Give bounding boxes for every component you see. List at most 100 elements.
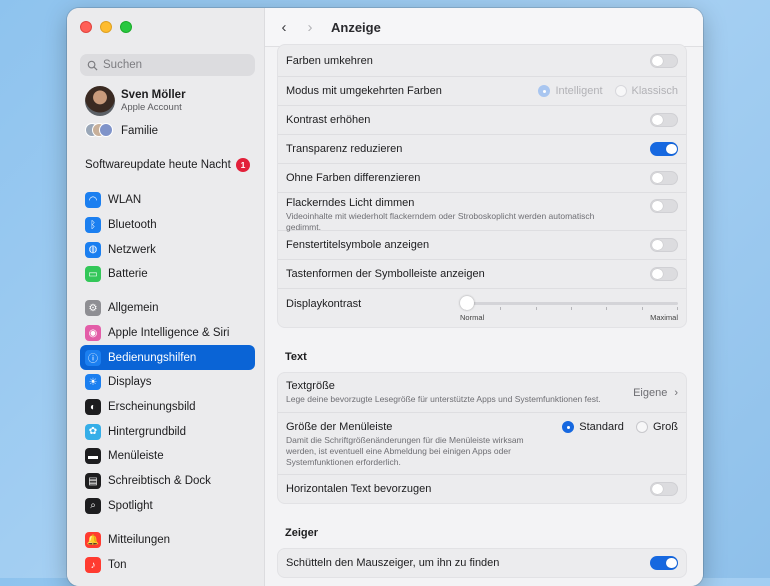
invert-colors-row: Farben umkehren [278, 45, 686, 77]
sidebar-item-label: Apple Intelligence & Siri [108, 327, 230, 340]
sidebar: Suchen Sven Möller Apple Account Familie… [67, 8, 265, 586]
sidebar-item-label: Schreibtisch & Dock [108, 475, 211, 488]
window-controls [80, 21, 132, 33]
dim-flashing-toggle[interactable] [650, 199, 678, 213]
sidebar-item-sun[interactable]: ☀ Displays [80, 370, 255, 395]
text-size-value: Eigene [633, 386, 668, 399]
sidebar-item-label: Displays [108, 376, 152, 389]
increase-contrast-toggle[interactable] [650, 113, 678, 127]
pointer-section-heading: Zeiger [285, 527, 319, 539]
invert-colors-toggle[interactable] [650, 53, 678, 68]
menubar-standard-radio[interactable]: Standard [562, 421, 624, 433]
sidebar-item-label: WLAN [108, 194, 142, 207]
sidebar-item-globe[interactable]: ◍ Netzwerk [80, 237, 255, 262]
settings-window: Suchen Sven Möller Apple Account Familie… [67, 8, 703, 586]
toolbar-shapes-toggle[interactable] [650, 267, 678, 281]
sidebar-item-speaker[interactable]: ♪ Ton [80, 553, 255, 578]
family-icon [85, 123, 113, 139]
differentiate-toggle[interactable] [650, 171, 678, 185]
bell-icon: 🔔 [85, 532, 101, 549]
minimize-button[interactable] [100, 21, 112, 33]
update-badge: 1 [236, 158, 250, 172]
text-size-row[interactable]: Textgröße Lege deine bevorzugte Lesegröß… [278, 373, 686, 413]
sidebar-item-bluetooth[interactable]: ᛒ Bluetooth [80, 213, 255, 238]
chevron-right-icon: › [307, 18, 313, 36]
sidebar-item-flower[interactable]: ✿ Hintergrundbild [80, 419, 255, 444]
sidebar-item-menubar[interactable]: ▬ Menüleiste [80, 444, 255, 469]
appearance-icon: ◐ [85, 399, 101, 416]
text-size-description: Lege deine bevorzugte Lesegröße für unte… [286, 393, 601, 404]
mode-classic-radio[interactable]: Klassisch [614, 85, 678, 97]
shake-pointer-toggle[interactable] [650, 556, 678, 570]
sidebar-item-bell[interactable]: 🔔 Mitteilungen [80, 528, 255, 553]
text-size-label: Textgröße [286, 379, 335, 392]
sidebar-item-accessibility[interactable]: ⓘ Bedienungshilfen [80, 345, 255, 371]
family-item[interactable]: Familie [85, 123, 158, 139]
pointer-card: Schütteln den Mauszeiger, um ihn zu find… [277, 548, 687, 578]
sidebar-group-notifications: 🔔 Mitteilungen ♪ Ton [80, 528, 255, 577]
software-update-item[interactable]: Softwareupdate heute Nacht 1 [85, 158, 250, 172]
sidebar-item-label: Bluetooth [108, 219, 157, 232]
sidebar-item-siri[interactable]: ◉ Apple Intelligence & Siri [80, 321, 255, 346]
display-contrast-label: Displaykontrast [286, 298, 362, 310]
battery-icon: ▭ [85, 266, 101, 283]
text-section-heading: Text [285, 351, 307, 363]
display-contrast-slider[interactable]: Normal Maximal [460, 292, 678, 322]
page-title: Anzeige [331, 19, 381, 35]
siri-icon: ◉ [85, 325, 101, 342]
slider-max-label: Maximal [650, 313, 678, 322]
wifi-icon: ◠ [85, 192, 101, 209]
menubar-size-label: Größe der Menüleiste [286, 421, 393, 433]
toolbar-shapes-label: Tastenformen der Symbolleiste anzeigen [286, 268, 485, 280]
shake-pointer-label: Schütteln den Mauszeiger, um ihn zu find… [286, 557, 500, 569]
forward-button[interactable]: › [299, 16, 321, 38]
back-button[interactable]: ‹ [273, 16, 295, 38]
globe-icon: ◍ [85, 241, 101, 258]
account-subtitle: Apple Account [121, 102, 182, 113]
mode-smart-radio[interactable]: Intelligent [538, 85, 603, 97]
reduce-transparency-row: Transparenz reduzieren [278, 135, 686, 164]
account-name: Sven Möller [121, 89, 186, 101]
sidebar-item-gear[interactable]: ⚙ Allgemein [80, 296, 255, 321]
sidebar-item-label: Hintergrundbild [108, 425, 186, 438]
dim-flashing-label: Flackerndes Licht dimmen [286, 197, 415, 209]
sidebar-item-battery[interactable]: ▭ Batterie [80, 262, 255, 287]
family-label: Familie [121, 125, 159, 137]
menubar-large-radio[interactable]: Groß [635, 421, 678, 433]
sidebar-item-spotlight[interactable]: ⌕ Spotlight [80, 494, 255, 519]
shake-pointer-row: Schütteln den Mauszeiger, um ihn zu find… [278, 549, 686, 577]
menubar-large-label: Groß [652, 421, 678, 433]
accessibility-icon: ⓘ [85, 349, 101, 366]
speaker-icon: ♪ [85, 557, 101, 574]
sidebar-item-label: Netzwerk [108, 243, 156, 256]
sidebar-item-wifi[interactable]: ◠ WLAN [80, 188, 255, 213]
reduce-transparency-label: Transparenz reduzieren [286, 143, 403, 155]
sidebar-group-network: ◠ WLAN ᛒ Bluetooth ◍ Netzwerk ▭ Batterie [80, 188, 255, 287]
zoom-button[interactable] [120, 21, 132, 33]
window-icons-toggle[interactable] [650, 238, 678, 252]
content-area: Farben umkehren Modus mit umgekehrten Fa… [277, 44, 687, 578]
account-item[interactable]: Sven Möller Apple Account [85, 86, 186, 116]
sidebar-item-label: Menüleiste [108, 450, 164, 463]
menubar-size-description: Damit die Schriftgrößenänderungen für di… [286, 435, 524, 468]
gear-icon: ⚙ [85, 300, 101, 317]
flower-icon: ✿ [85, 423, 101, 440]
horizontal-text-toggle[interactable] [650, 482, 678, 496]
sidebar-item-appearance[interactable]: ◐ Erscheinungsbild [80, 395, 255, 420]
window-icons-row: Fenstertitelsymbole anzeigen [278, 231, 686, 260]
sidebar-item-label: Ton [108, 559, 127, 572]
main-pane: ‹ › Anzeige Farben umkehren Modus mit um… [265, 8, 703, 586]
reduce-transparency-toggle[interactable] [650, 142, 678, 156]
software-update-label: Softwareupdate heute Nacht [85, 159, 231, 171]
invert-mode-label: Modus mit umgekehrten Farben [286, 85, 442, 97]
slider-thumb[interactable] [460, 296, 474, 310]
search-input[interactable]: Suchen [80, 54, 255, 76]
dim-flashing-description: Videoinhalte mit wiederholt flackerndem … [286, 211, 595, 233]
spotlight-icon: ⌕ [85, 497, 101, 514]
close-button[interactable] [80, 21, 92, 33]
chevron-right-icon: › [674, 386, 678, 399]
bluetooth-icon: ᛒ [85, 217, 101, 234]
invert-mode-row: Modus mit umgekehrten Farben Intelligent… [278, 77, 686, 106]
sidebar-group-system: ⚙ Allgemein ◉ Apple Intelligence & Siri ⓘ Bed… [80, 296, 255, 518]
sidebar-item-dock[interactable]: ▤ Schreibtisch & Dock [80, 469, 255, 494]
